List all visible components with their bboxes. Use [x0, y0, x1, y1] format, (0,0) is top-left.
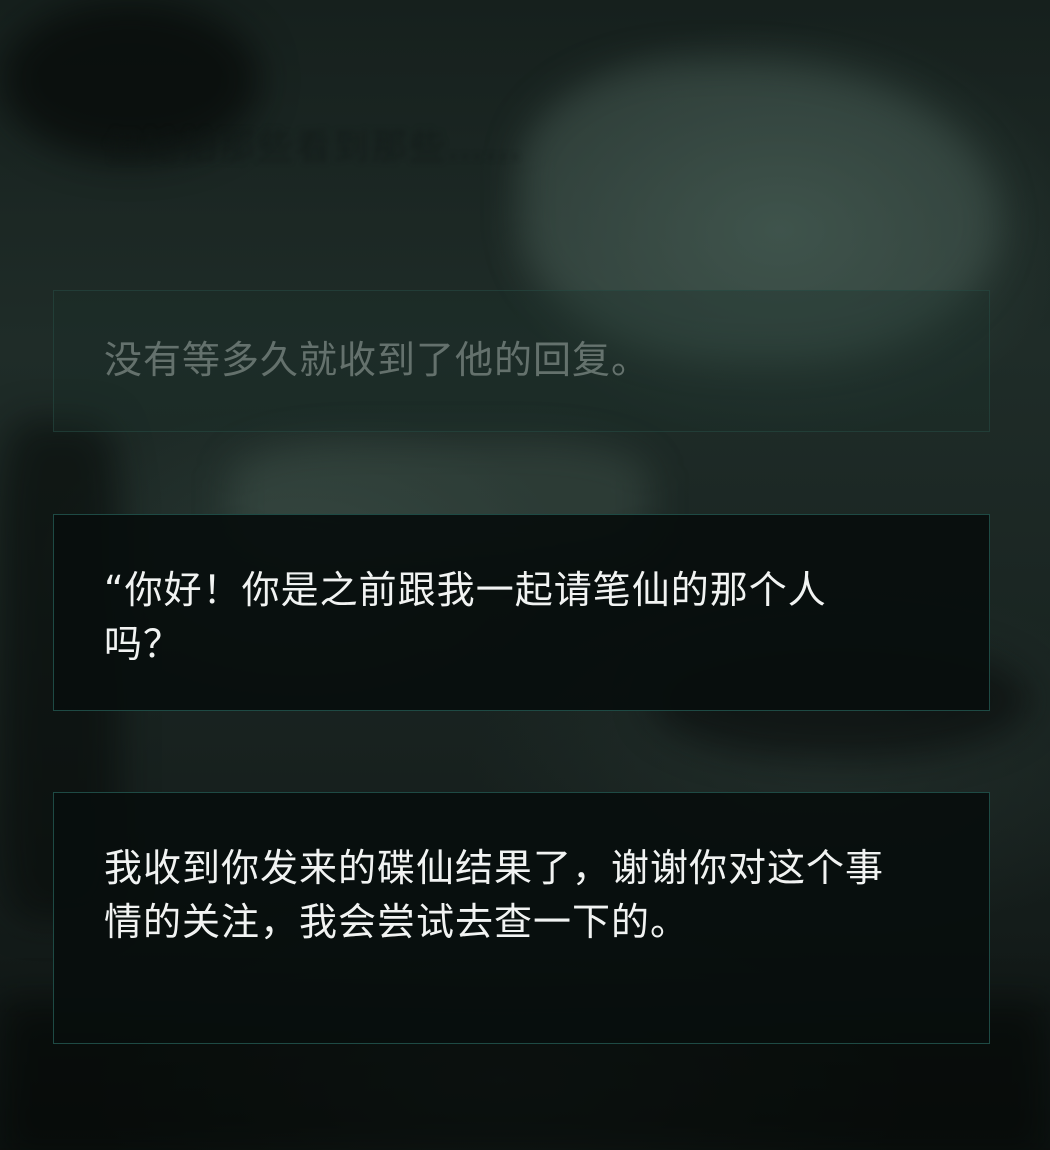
dialogue-text: “你好！你是之前跟我一起请笔仙的那个人吗？: [104, 568, 827, 666]
faded-previous-line: 但她拍那些看到那些……: [105, 127, 524, 168]
dialogue-box[interactable]: 我收到你发来的碟仙结果了，谢谢你对这个事情的关注，我会尝试去查一下的。: [53, 792, 990, 1044]
game-scene[interactable]: 但她拍那些看到那些…… 没有等多久就收到了他的回复。 “你好！你是之前跟我一起请…: [0, 0, 1050, 1150]
dialogue-text: 我收到你发来的碟仙结果了，谢谢你对这个事情的关注，我会尝试去查一下的。: [104, 846, 885, 944]
dialogue-box-faded[interactable]: 没有等多久就收到了他的回复。: [53, 290, 990, 432]
dialogue-text: 没有等多久就收到了他的回复。: [104, 338, 651, 382]
dialogue-box[interactable]: “你好！你是之前跟我一起请笔仙的那个人吗？: [53, 514, 990, 711]
